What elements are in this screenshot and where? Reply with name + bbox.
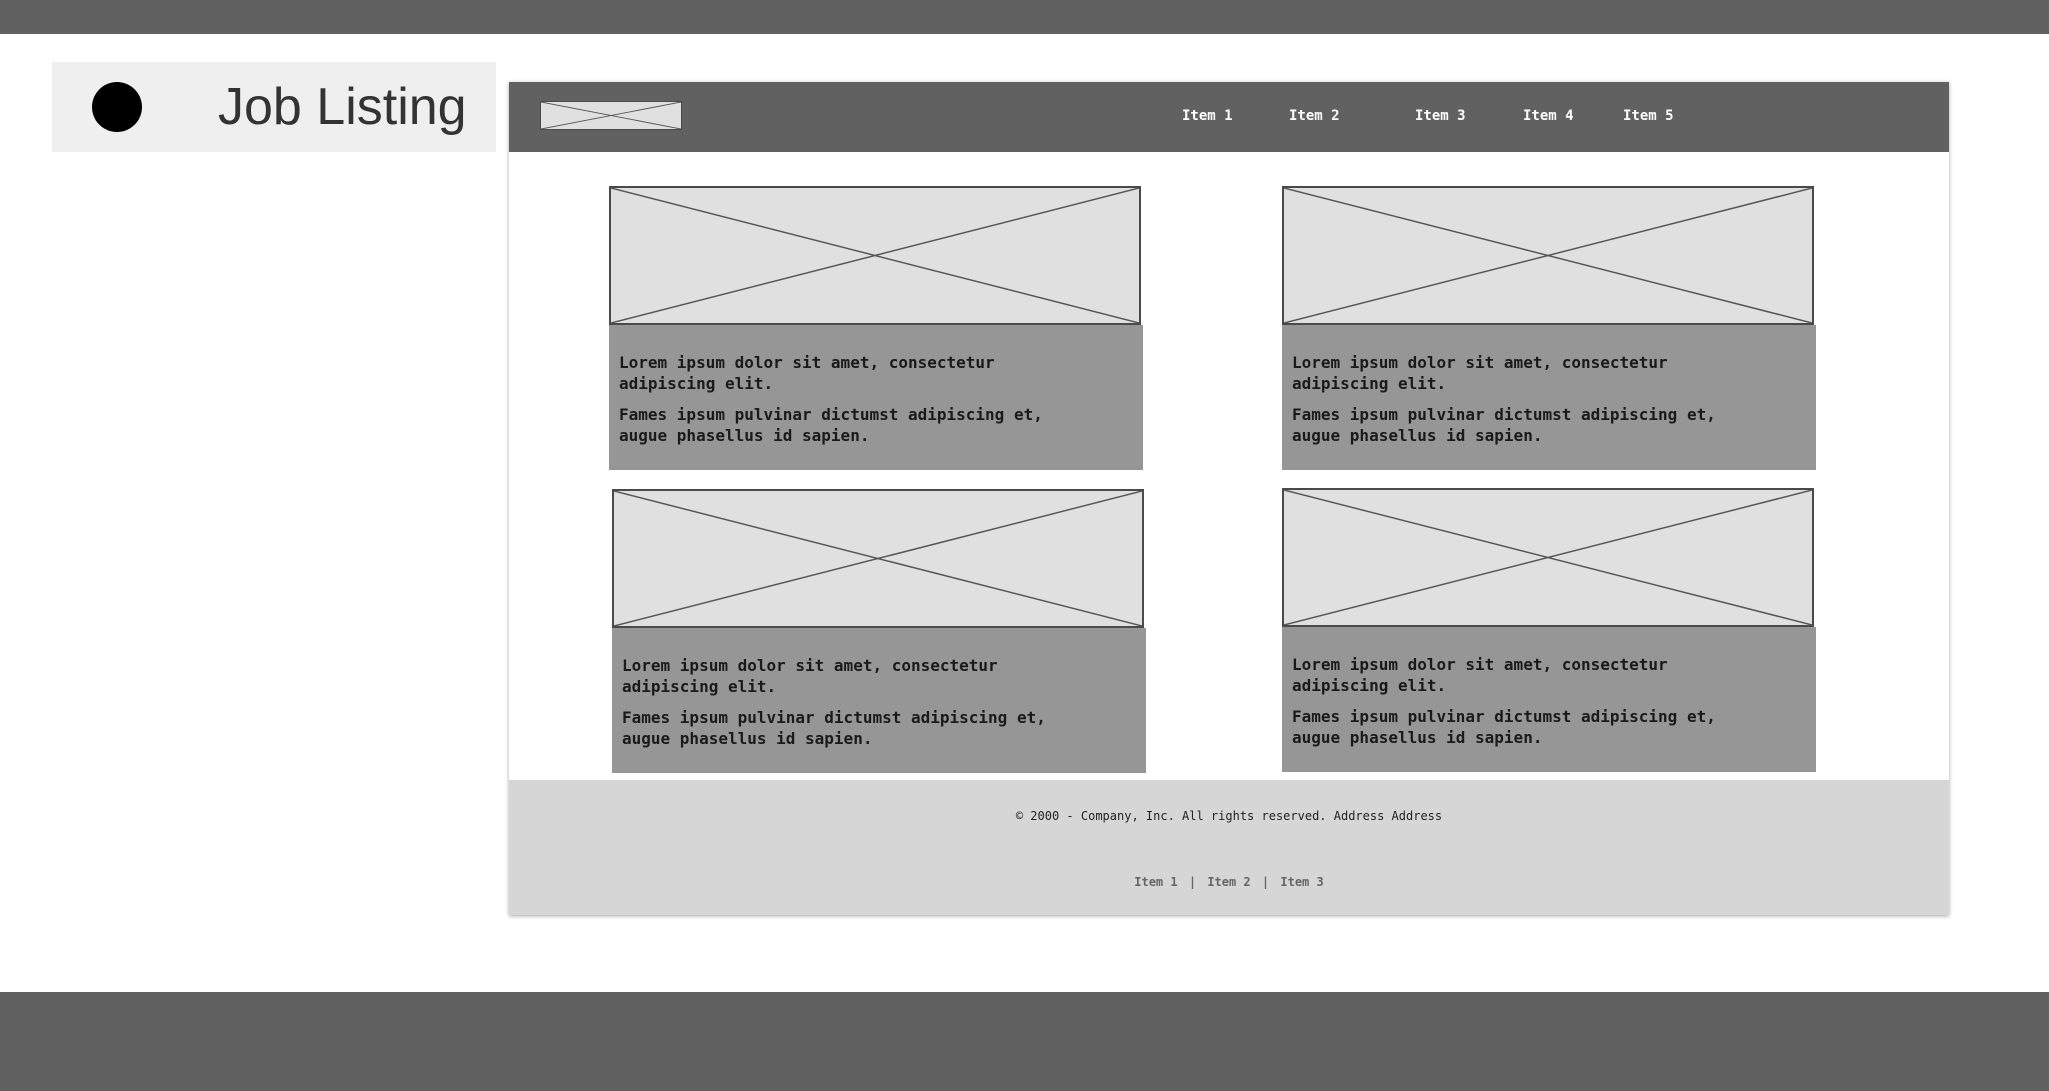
wireframe-page: Item 1 Item 2 Item 3 Item 4 Item 5 Lorem… xyxy=(509,82,1949,915)
nav-item-5[interactable]: Item 5 xyxy=(1623,108,1674,124)
card-text-primary: Lorem ipsum dolor sit amet, consectetur … xyxy=(619,353,995,393)
footer-separator: | xyxy=(1188,875,1197,889)
card-body: Lorem ipsum dolor sit amet, consectetur … xyxy=(612,628,1146,773)
image-placeholder-icon xyxy=(612,489,1144,628)
card-text-primary: Lorem ipsum dolor sit amet, consectetur … xyxy=(1292,655,1668,695)
nav-item-4[interactable]: Item 4 xyxy=(1523,108,1574,124)
card-text-secondary: Fames ipsum pulvinar dictumst adipiscing… xyxy=(619,405,1043,445)
job-card[interactable]: Lorem ipsum dolor sit amet, consectetur … xyxy=(1282,488,1816,772)
page-title: Job Listing xyxy=(218,78,467,136)
image-placeholder-icon xyxy=(1282,488,1814,627)
bottom-band xyxy=(0,992,2049,1091)
job-card[interactable]: Lorem ipsum dolor sit amet, consectetur … xyxy=(1282,186,1816,470)
card-text-secondary: Fames ipsum pulvinar dictumst adipiscing… xyxy=(1292,405,1716,445)
footer-copyright: © 2000 - Company, Inc. All rights reserv… xyxy=(1015,809,1443,823)
filled-circle-icon xyxy=(92,82,142,132)
footer-links: Item 1 | Item 2 | Item 3 xyxy=(509,875,1949,889)
image-placeholder-icon xyxy=(1282,186,1814,325)
card-text-secondary: Fames ipsum pulvinar dictumst adipiscing… xyxy=(622,708,1046,748)
footer: © 2000 - Company, Inc. All rights reserv… xyxy=(509,780,1949,915)
footer-link-3[interactable]: Item 3 xyxy=(1280,875,1323,889)
card-body: Lorem ipsum dolor sit amet, consectetur … xyxy=(609,325,1143,470)
top-band xyxy=(0,0,2049,34)
navbar: Item 1 Item 2 Item 3 Item 4 Item 5 xyxy=(509,82,1949,152)
card-body: Lorem ipsum dolor sit amet, consectetur … xyxy=(1282,627,1816,772)
card-body: Lorem ipsum dolor sit amet, consectetur … xyxy=(1282,325,1816,470)
title-card: Job Listing xyxy=(52,62,496,152)
footer-link-1[interactable]: Item 1 xyxy=(1134,875,1177,889)
nav-item-3[interactable]: Item 3 xyxy=(1415,108,1466,124)
card-text-primary: Lorem ipsum dolor sit amet, consectetur … xyxy=(1292,353,1668,393)
image-placeholder-icon xyxy=(609,186,1141,325)
nav-item-1[interactable]: Item 1 xyxy=(1182,108,1233,124)
card-text-primary: Lorem ipsum dolor sit amet, consectetur … xyxy=(622,656,998,696)
card-text-secondary: Fames ipsum pulvinar dictumst adipiscing… xyxy=(1292,707,1716,747)
footer-separator: | xyxy=(1261,875,1270,889)
footer-link-2[interactable]: Item 2 xyxy=(1207,875,1250,889)
logo-placeholder-icon[interactable] xyxy=(540,101,682,130)
nav-item-2[interactable]: Item 2 xyxy=(1289,108,1340,124)
job-card[interactable]: Lorem ipsum dolor sit amet, consectetur … xyxy=(612,489,1146,773)
job-card[interactable]: Lorem ipsum dolor sit amet, consectetur … xyxy=(609,186,1143,470)
